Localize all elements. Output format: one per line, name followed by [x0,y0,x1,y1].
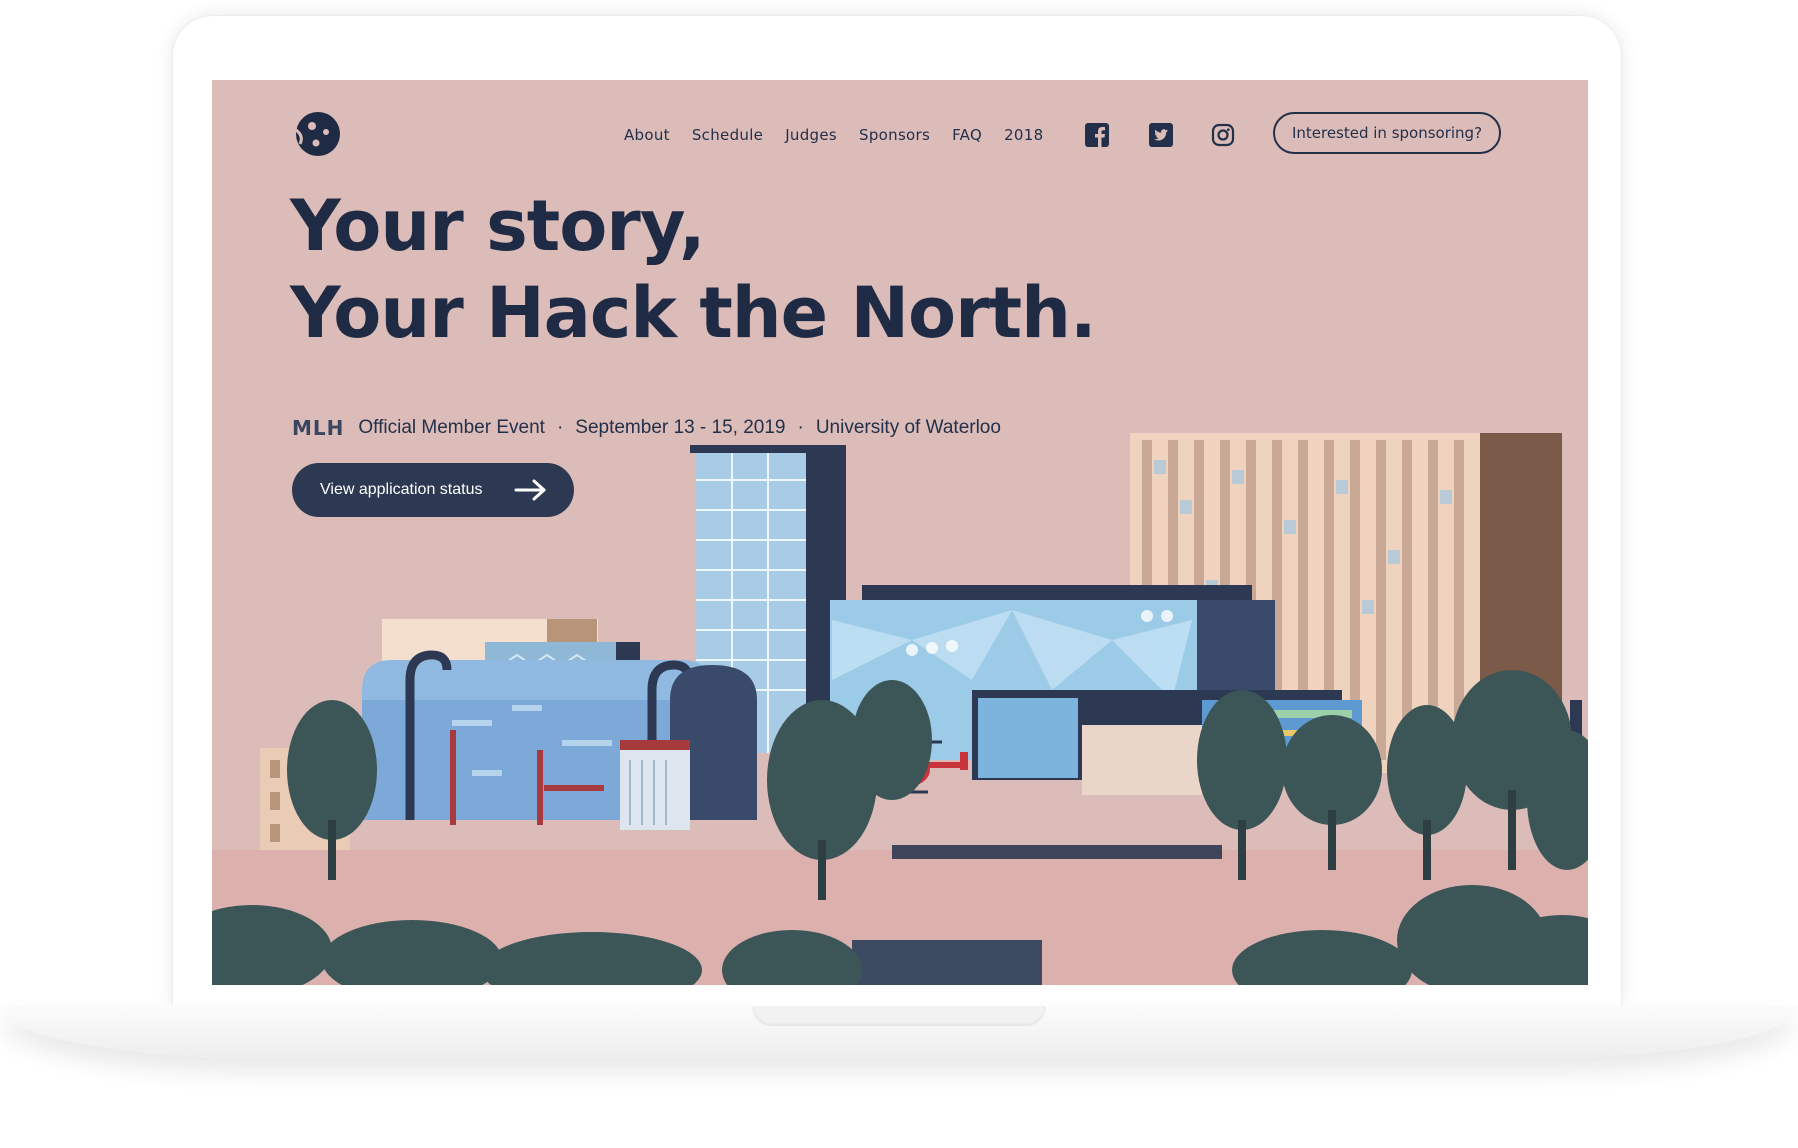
facebook-icon[interactable] [1085,123,1109,147]
main-nav: About Schedule Judges Sponsors FAQ 2018 [624,126,1043,144]
cta-label: View application status [320,481,483,498]
event-dates: September 13 - 15, 2019 [575,417,786,438]
event-label: Official Member Event [358,417,545,438]
nav-link-2018[interactable]: 2018 [1004,126,1043,144]
nav-link-about[interactable]: About [624,126,670,144]
separator-dot: · [556,417,564,438]
nav-link-faq[interactable]: FAQ [952,126,982,144]
twitter-icon[interactable] [1149,123,1173,147]
hero-headline-line-1: Your story, [290,185,706,267]
event-location: University of Waterloo [815,417,1001,438]
laptop-notch [752,1006,1046,1026]
nav-link-sponsors[interactable]: Sponsors [859,126,930,144]
website-screen: About Schedule Judges Sponsors FAQ 2018 … [212,80,1588,985]
separator-dot: · [797,417,804,438]
hero-headline-line-2: Your Hack the North. [290,272,1097,354]
mlh-logo[interactable]: MLH [292,416,344,440]
sponsor-inquiry-button[interactable]: Interested in sponsoring? [1273,112,1501,154]
nav-link-judges[interactable]: Judges [785,126,837,144]
event-meta: MLH Official Member Event · September 13… [292,416,1001,440]
nav-link-schedule[interactable]: Schedule [692,126,763,144]
arrow-right-icon [514,479,546,501]
hack-the-north-logo[interactable] [292,110,344,158]
instagram-icon[interactable] [1211,123,1235,147]
view-application-status-button[interactable]: View application status [292,463,574,517]
